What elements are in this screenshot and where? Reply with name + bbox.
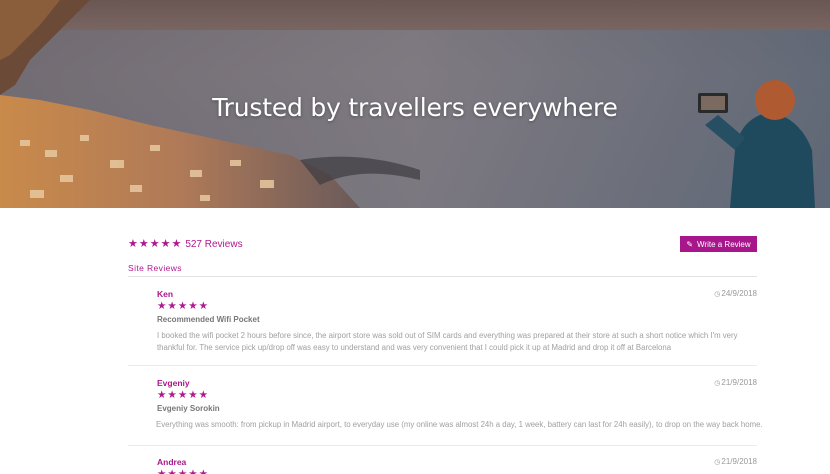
- review-divider: [128, 445, 757, 446]
- review-body: I booked the wifi pocket 2 hours before …: [157, 331, 738, 352]
- reviewer-name: Evgeniy: [157, 378, 190, 388]
- review-date-text: 24/9/2018: [721, 289, 757, 298]
- clock-icon: ◷: [714, 290, 721, 298]
- review-count-link[interactable]: 527 Reviews: [185, 239, 242, 250]
- write-review-button[interactable]: ✎ Write a Review: [680, 236, 757, 252]
- hero-banner: Trusted by travellers everywhere: [0, 0, 830, 208]
- clock-icon: ◷: [714, 379, 721, 387]
- review-stars: ★★★★★: [157, 389, 210, 401]
- review-item: Evgeniy ◷ 21/9/2018 ★★★★★ Evgeniy Soroki…: [128, 378, 763, 446]
- rating-summary: ★★★★★ 527 Reviews: [128, 237, 243, 251]
- review-title: Evgeniy Sorokin: [157, 404, 220, 413]
- write-review-label: Write a Review: [697, 239, 751, 249]
- hero-title: Trusted by travellers everywhere: [212, 93, 618, 122]
- review-date: ◷ 21/9/2018: [714, 378, 757, 387]
- review-divider: [128, 365, 757, 366]
- review-item: Ken ◷ 24/9/2018 ★★★★★ Recommended Wifi P…: [128, 289, 757, 367]
- review-date: ◷ 24/9/2018: [714, 289, 757, 298]
- section-title: Site Reviews: [128, 263, 182, 273]
- summary-stars: ★★★★★: [128, 238, 183, 250]
- review-item: Andrea ◷ 21/9/2018 ★★★★★: [128, 457, 757, 474]
- section-divider: [128, 276, 757, 277]
- review-stars: ★★★★★: [157, 468, 210, 474]
- review-stars: ★★★★★: [157, 300, 210, 312]
- review-date: ◷ 21/9/2018: [714, 457, 757, 466]
- review-date-text: 21/9/2018: [721, 378, 757, 387]
- clock-icon: ◷: [714, 458, 721, 466]
- reviewer-name: Andrea: [157, 457, 187, 467]
- review-body: Everything was smooth: from pickup in Ma…: [156, 420, 763, 429]
- review-title: Recommended Wifi Pocket: [157, 315, 260, 324]
- edit-icon: ✎: [686, 239, 694, 249]
- reviewer-name: Ken: [157, 289, 174, 299]
- review-date-text: 21/9/2018: [721, 457, 757, 466]
